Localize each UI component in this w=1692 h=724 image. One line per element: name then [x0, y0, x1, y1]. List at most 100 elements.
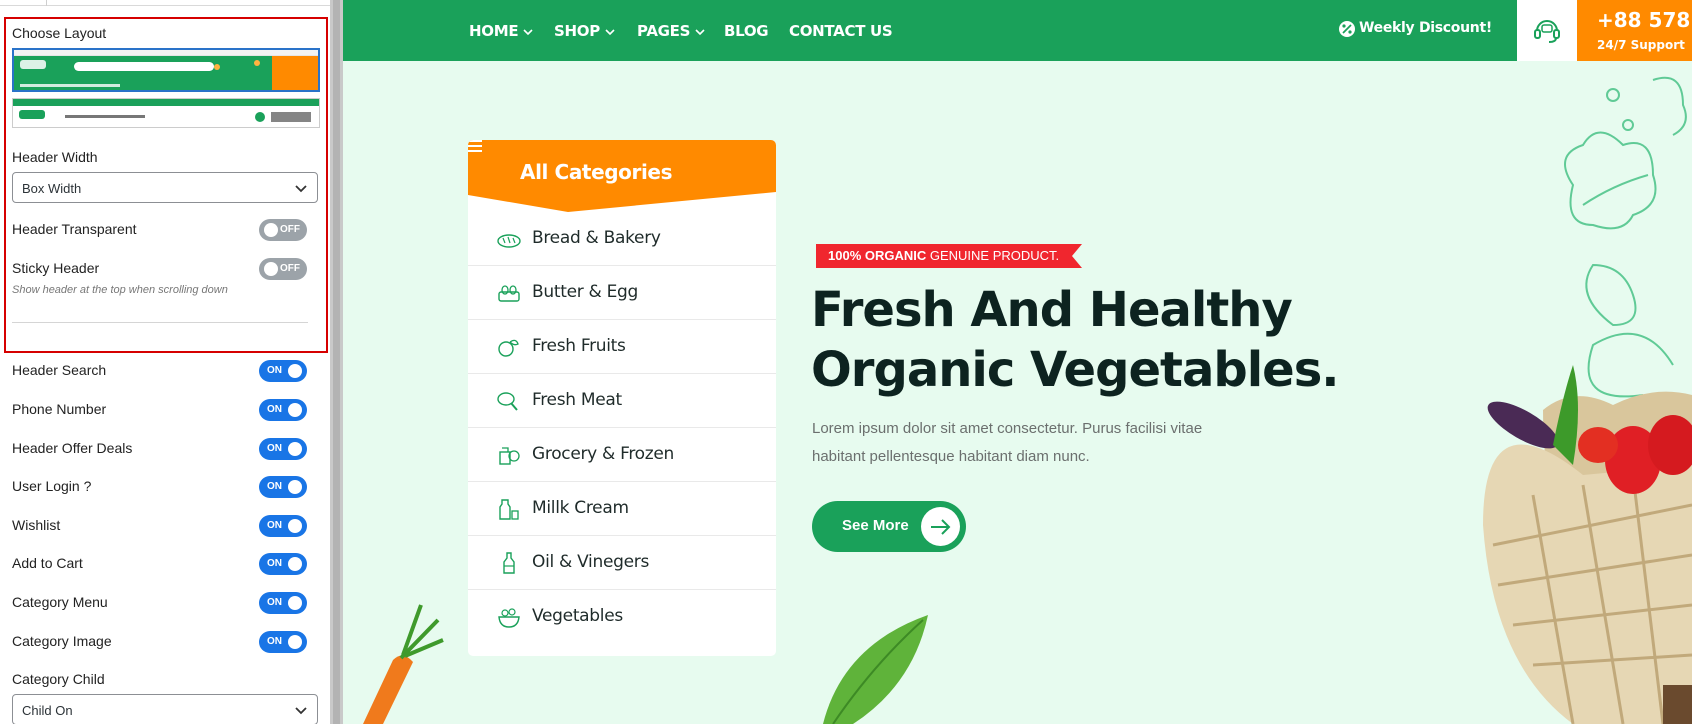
phone-support-box[interactable]: +88 578 66 24/7 Support — [1577, 0, 1692, 61]
nav-home[interactable]: HOME — [469, 22, 533, 40]
headset-icon — [1534, 20, 1560, 43]
category-label: Oil & Vinegers — [532, 552, 649, 572]
phone-number-toggle[interactable]: ON — [259, 399, 307, 421]
toggle-state: ON — [267, 365, 282, 376]
header-width-select[interactable]: Box Width — [12, 172, 318, 203]
arrow-right-icon — [931, 519, 951, 535]
wishlist-label: Wishlist — [12, 517, 61, 533]
discount-icon — [1339, 21, 1355, 37]
nav-contact-label: CONTACT US — [789, 22, 893, 40]
category-image-label: Category Image — [12, 633, 112, 649]
meat-icon — [497, 392, 518, 411]
toggle-state: ON — [267, 597, 282, 608]
panel-tab-strip — [0, 0, 330, 6]
bread-icon — [497, 234, 521, 248]
layout-option-2[interactable] — [12, 98, 320, 128]
header-offer-deals-label: Header Offer Deals — [12, 440, 133, 456]
header-transparent-label: Header Transparent — [12, 221, 137, 237]
layout-option-1[interactable] — [12, 48, 320, 92]
header-search-toggle[interactable]: ON — [259, 360, 307, 382]
category-child-select[interactable]: Child On — [12, 694, 318, 724]
egg-icon — [498, 285, 520, 302]
chevron-down-icon — [295, 707, 307, 715]
add-to-cart-label: Add to Cart — [12, 555, 83, 571]
category-item[interactable]: Vegetables — [468, 590, 776, 644]
chevron-down-icon — [523, 29, 533, 36]
toggle-state: ON — [267, 558, 282, 569]
categories-title: All Categories — [520, 160, 673, 184]
badge-text: GENUINE PRODUCT. — [929, 248, 1060, 263]
nav-shop-label: SHOP — [554, 22, 600, 40]
category-menu-toggle[interactable]: ON — [259, 592, 307, 614]
hero-headline-line-1: Fresh And Healthy — [811, 282, 1293, 338]
nav-blog[interactable]: BLOG — [724, 22, 769, 40]
choose-layout-label: Choose Layout — [12, 25, 107, 41]
nav-shop[interactable]: SHOP — [554, 22, 615, 40]
user-login-toggle[interactable]: ON — [259, 476, 307, 498]
nav-home-label: HOME — [469, 22, 519, 40]
toggle-state: ON — [267, 520, 282, 531]
nav-pages-label: PAGES — [637, 22, 691, 40]
header-width-value: Box Width — [22, 181, 82, 196]
fruit-icon — [498, 339, 519, 357]
categories-header[interactable]: All Categories — [468, 140, 776, 212]
oil-icon — [503, 552, 515, 574]
wishlist-toggle[interactable]: ON — [259, 515, 307, 537]
category-item[interactable]: Grocery & Frozen — [468, 428, 776, 482]
weekly-discount-link[interactable]: Weekly Discount! — [1359, 20, 1492, 36]
panel-divider — [12, 322, 308, 323]
grocery-icon — [499, 447, 520, 465]
arrow-circle — [921, 507, 960, 546]
phone-number: +88 578 66 — [1597, 8, 1692, 32]
category-label: Vegetables — [532, 606, 623, 626]
chevron-down-icon — [605, 29, 615, 36]
category-label: Butter & Egg — [532, 282, 639, 302]
see-more-label: See More — [842, 517, 909, 534]
toggle-state: OFF — [280, 224, 300, 235]
nav-pages[interactable]: PAGES — [637, 22, 705, 40]
sticky-header-label: Sticky Header — [12, 260, 100, 276]
category-label: Fresh Fruits — [532, 336, 626, 356]
chevron-down-icon — [295, 185, 307, 193]
category-child-value: Child On — [22, 703, 73, 718]
header-offer-deals-toggle[interactable]: ON — [259, 438, 307, 460]
category-item[interactable]: Millk Cream — [468, 482, 776, 536]
support-icon-box — [1517, 0, 1577, 61]
main-navbar: HOME SHOP PAGES BLOG CONTACT US Weekly D… — [343, 0, 1692, 61]
header-width-label: Header Width — [12, 149, 98, 165]
header-search-label: Header Search — [12, 362, 107, 378]
hero-headline-line-2: Organic Vegetables. — [811, 342, 1340, 398]
panel-scrollbar[interactable] — [330, 0, 343, 724]
toggle-state: OFF — [280, 263, 300, 274]
header-transparent-toggle[interactable]: OFF — [259, 219, 307, 241]
nav-contact[interactable]: CONTACT US — [789, 22, 893, 40]
site-preview: HOME SHOP PAGES BLOG CONTACT US Weekly D… — [343, 0, 1692, 724]
milk-icon — [499, 499, 519, 520]
category-item[interactable]: Fresh Meat — [468, 374, 776, 428]
user-login-label: User Login ? — [12, 478, 92, 494]
add-to-cart-toggle[interactable]: ON — [259, 553, 307, 575]
sticky-header-toggle[interactable]: OFF — [259, 258, 307, 280]
category-item[interactable]: Butter & Egg — [468, 266, 776, 320]
support-label: 24/7 Support — [1597, 38, 1685, 52]
carrot-image — [363, 604, 444, 724]
sticky-header-hint: Show header at the top when scrolling do… — [12, 284, 228, 296]
hero-headline: Fresh And Healthy Organic Vegetables. — [811, 280, 1451, 400]
see-more-button[interactable]: See More — [812, 501, 966, 552]
toggle-state: ON — [267, 636, 282, 647]
category-item[interactable]: Oil & Vinegers — [468, 536, 776, 590]
badge-bold-text: 100% ORGANIC — [828, 248, 927, 263]
category-item[interactable]: Fresh Fruits — [468, 320, 776, 374]
category-item[interactable]: Bread & Bakery — [468, 212, 776, 266]
category-menu-label: Category Menu — [12, 594, 108, 610]
toggle-state: ON — [267, 481, 282, 492]
category-image-toggle[interactable]: ON — [259, 631, 307, 653]
vegetable-basket-image — [1483, 76, 1692, 724]
vegetable-icon — [498, 608, 520, 628]
category-label: Bread & Bakery — [532, 228, 661, 248]
menu-icon — [468, 140, 482, 152]
phone-number-label: Phone Number — [12, 401, 107, 417]
category-child-label: Category Child — [12, 671, 105, 687]
category-label: Grocery & Frozen — [532, 444, 675, 464]
hero-description: Lorem ipsum dolor sit amet consectetur. … — [812, 420, 1203, 465]
